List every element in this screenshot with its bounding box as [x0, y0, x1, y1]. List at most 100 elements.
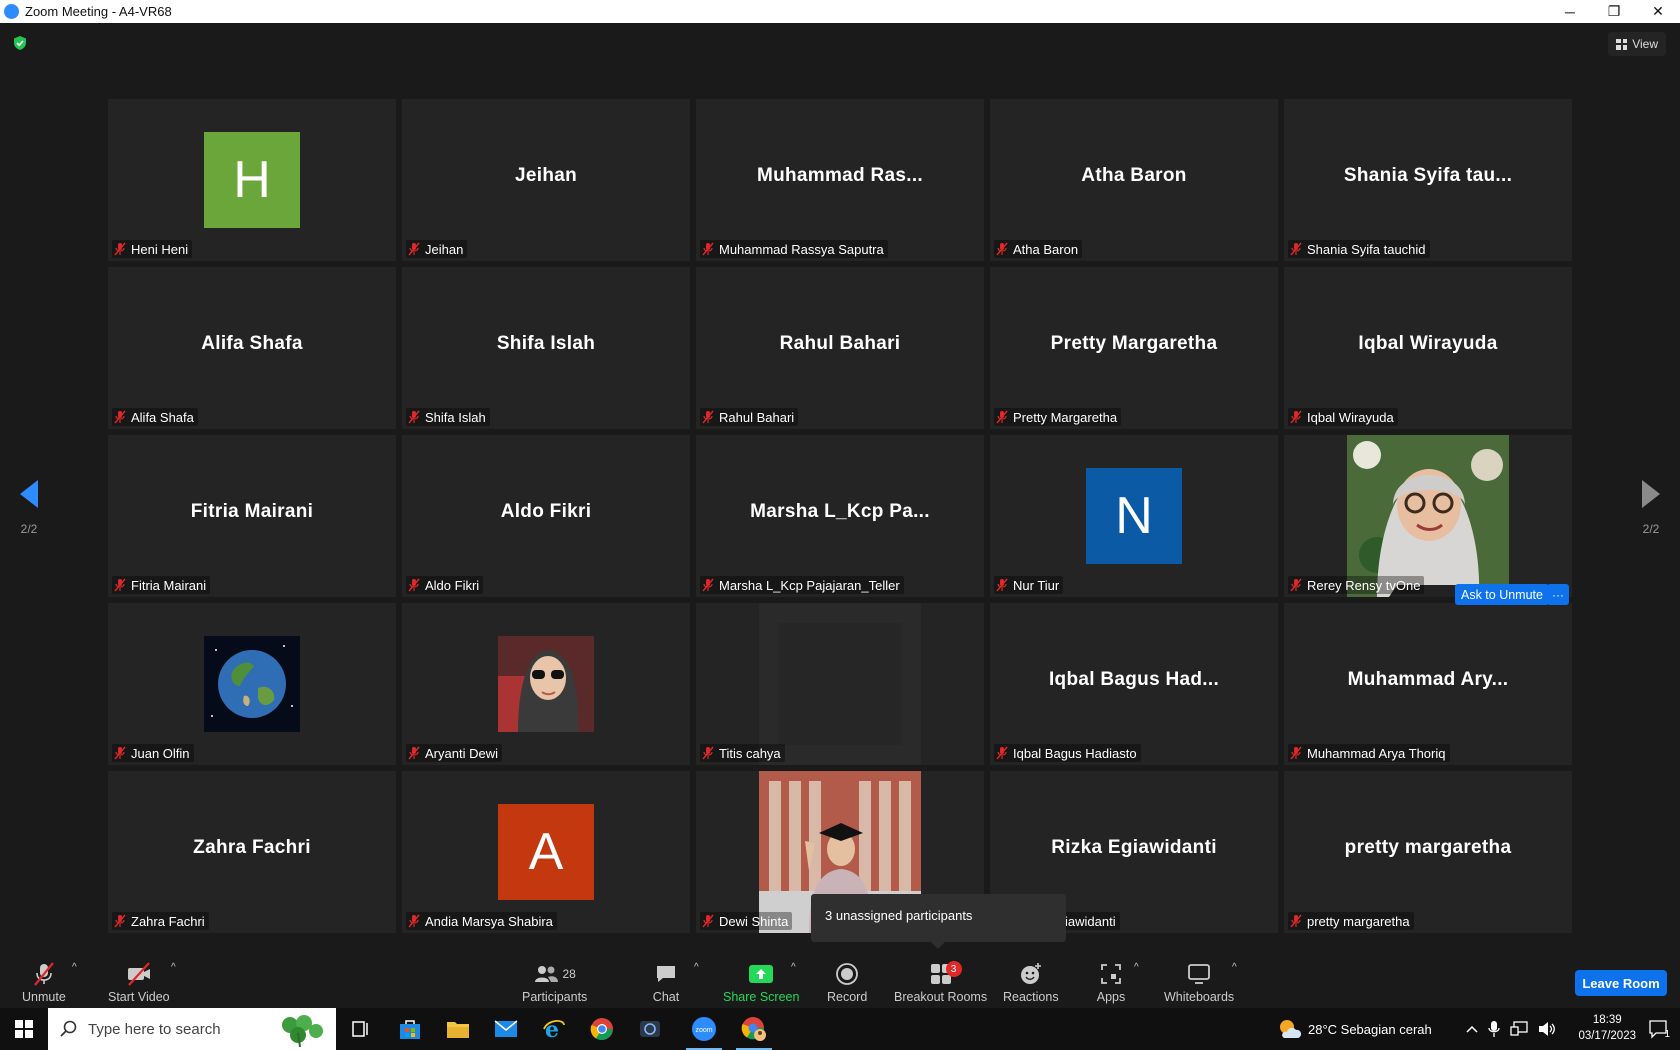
participant-name-label: Fitria Mairani [112, 576, 211, 594]
participant-name: Shifa Islah [425, 409, 486, 425]
participant-name-label: Titis cahya [700, 744, 785, 762]
store-app[interactable] [386, 1008, 434, 1050]
participant-name: Atha Baron [1013, 241, 1079, 257]
chat-button[interactable]: Chat [651, 956, 681, 1004]
start-button[interactable] [0, 1008, 48, 1050]
file-explorer-app[interactable] [434, 1008, 482, 1050]
whiteboards-label: Whiteboards [1164, 990, 1235, 1004]
chrome-app[interactable] [578, 1008, 626, 1050]
participant-tile[interactable]: Atha Baron Atha Baron [990, 99, 1278, 261]
participant-name: Nur Tiur [1013, 577, 1060, 593]
leave-room-button[interactable]: Leave Room [1575, 970, 1667, 996]
participant-tile[interactable]: Fitria Mairani Fitria Mairani [108, 435, 396, 597]
weather-text: 28°C Sebagian cerah [1308, 1021, 1432, 1037]
participant-tile[interactable]: H Heni Heni [108, 99, 396, 261]
more-options-button[interactable]: ··· [1547, 584, 1569, 605]
chrome-icon [590, 1018, 613, 1040]
participant-name: pretty margaretha [1307, 913, 1410, 929]
zoom-app[interactable]: zoom [680, 1008, 728, 1050]
audio-options-caret[interactable]: ^ [72, 962, 77, 973]
share-screen-button[interactable]: Share Screen [723, 956, 799, 1004]
weather-widget[interactable]: 28°C Sebagian cerah [1278, 1008, 1432, 1050]
muted-microphone-icon [1290, 410, 1302, 424]
windows-logo-icon [15, 1020, 33, 1038]
participant-tile[interactable]: Juan Olfin [108, 603, 396, 765]
profile-picture [498, 636, 594, 732]
encryption-shield-icon[interactable] [12, 35, 28, 51]
unmute-button[interactable]: Unmute [22, 956, 66, 1004]
video-options-caret[interactable]: ^ [171, 962, 176, 973]
participant-tile[interactable]: Zahra Fachri Zahra Fachri [108, 771, 396, 933]
participant-display-name: pretty margaretha [1344, 837, 1512, 858]
muted-microphone-icon [702, 914, 714, 928]
ask-to-unmute-button[interactable]: Ask to Unmute [1455, 584, 1549, 605]
participant-tile[interactable]: Iqbal Bagus Had... Iqbal Bagus Hadiasto [990, 603, 1278, 765]
microphone-icon[interactable] [1488, 1020, 1500, 1038]
participant-tile[interactable]: Pretty Margaretha Pretty Margaretha [990, 267, 1278, 429]
notification-center-button[interactable]: 1 [1648, 1008, 1670, 1050]
whiteboard-icon [1184, 961, 1214, 987]
chrome-profile-app[interactable] [730, 1008, 778, 1050]
participant-tile[interactable]: Rahul Bahari Rahul Bahari [696, 267, 984, 429]
share-screen-icon [746, 961, 776, 987]
participants-icon [535, 966, 559, 982]
taskbar-search[interactable]: Type here to search [48, 1008, 336, 1050]
participant-display-name: Rizka Egiawidanti [1051, 837, 1217, 858]
internet-explorer-app[interactable]: e [530, 1008, 578, 1050]
participant-name-label: Nur Tiur [994, 576, 1064, 594]
participant-tile[interactable]: A Andia Marsya Shabira [402, 771, 690, 933]
participant-display-name: Rahul Bahari [779, 333, 901, 354]
close-button[interactable]: ✕ [1636, 0, 1680, 23]
participant-tile[interactable]: Shifa Islah Shifa Islah [402, 267, 690, 429]
participant-name-label: Pretty Margaretha [994, 408, 1122, 426]
previous-page-button[interactable]: 2/2 [11, 480, 47, 536]
whiteboards-button[interactable]: Whiteboards [1164, 956, 1234, 1004]
participant-name-label: Aldo Fikri [406, 576, 484, 594]
participant-tile[interactable]: Rerey Rensy tvOne [1284, 435, 1572, 597]
chat-options-caret[interactable]: ^ [694, 962, 699, 973]
participant-display-name: Fitria Mairani [190, 501, 314, 522]
participants-button[interactable]: 28 Participants [522, 956, 587, 1004]
record-button[interactable]: Record [827, 956, 867, 1004]
internet-explorer-icon: e [543, 1017, 565, 1041]
participant-tile[interactable]: Muhammad Ras... Muhammad Rassya Saputra [696, 99, 984, 261]
participant-tile[interactable]: Jeihan Jeihan [402, 99, 690, 261]
task-view-button[interactable] [336, 1008, 384, 1050]
participant-name: Pretty Margaretha [1013, 409, 1118, 425]
participant-tile[interactable]: Titis cahya [696, 603, 984, 765]
network-icon[interactable] [1510, 1021, 1528, 1037]
participant-tile[interactable]: Aryanti Dewi [402, 603, 690, 765]
muted-microphone-icon [408, 410, 420, 424]
camera-app[interactable] [626, 1008, 674, 1050]
mail-app[interactable] [482, 1008, 530, 1050]
participant-tile[interactable]: Iqbal Wirayuda Iqbal Wirayuda [1284, 267, 1572, 429]
start-video-button[interactable]: Start Video [108, 956, 170, 1004]
participant-tile[interactable]: pretty margaretha pretty margaretha [1284, 771, 1572, 933]
muted-microphone-icon [408, 578, 420, 592]
whiteboard-options-caret[interactable]: ^ [1232, 962, 1237, 973]
participant-tile[interactable]: Muhammad Ary... Muhammad Arya Thoriq [1284, 603, 1572, 765]
breakout-rooms-button[interactable]: 3 Breakout Rooms [894, 956, 987, 1004]
next-page-button[interactable]: 2/2 [1633, 480, 1669, 536]
participant-name-label: Shifa Islah [406, 408, 490, 426]
share-options-caret[interactable]: ^ [791, 962, 796, 973]
participant-tile[interactable]: Alifa Shafa Alifa Shafa [108, 267, 396, 429]
participant-tile[interactable]: N Nur Tiur [990, 435, 1278, 597]
participant-name: Muhammad Arya Thoriq [1307, 745, 1446, 761]
zoom-icon: zoom [692, 1017, 716, 1041]
view-button[interactable]: View [1608, 32, 1666, 56]
participant-tile[interactable]: Shania Syifa tau... Shania Syifa tauchid [1284, 99, 1572, 261]
restore-button[interactable]: ❐ [1592, 0, 1636, 23]
muted-microphone-icon [408, 746, 420, 760]
minimize-button[interactable]: ─ [1548, 0, 1592, 23]
participant-name-label: Jeihan [406, 240, 468, 258]
participant-tile[interactable]: Marsha L_Kcp Pa... Marsha L_Kcp Pajajaran… [696, 435, 984, 597]
tray-expand-icon[interactable] [1466, 1025, 1478, 1033]
participant-tile[interactable]: Aldo Fikri Aldo Fikri [402, 435, 690, 597]
apps-button[interactable]: Apps [1096, 956, 1126, 1004]
muted-microphone-icon [114, 746, 126, 760]
apps-options-caret[interactable]: ^ [1134, 962, 1139, 973]
reactions-button[interactable]: Reactions [1003, 956, 1059, 1004]
speaker-icon[interactable] [1538, 1021, 1556, 1037]
taskbar-clock[interactable]: 18:39 03/17/2023 [1578, 1012, 1636, 1044]
